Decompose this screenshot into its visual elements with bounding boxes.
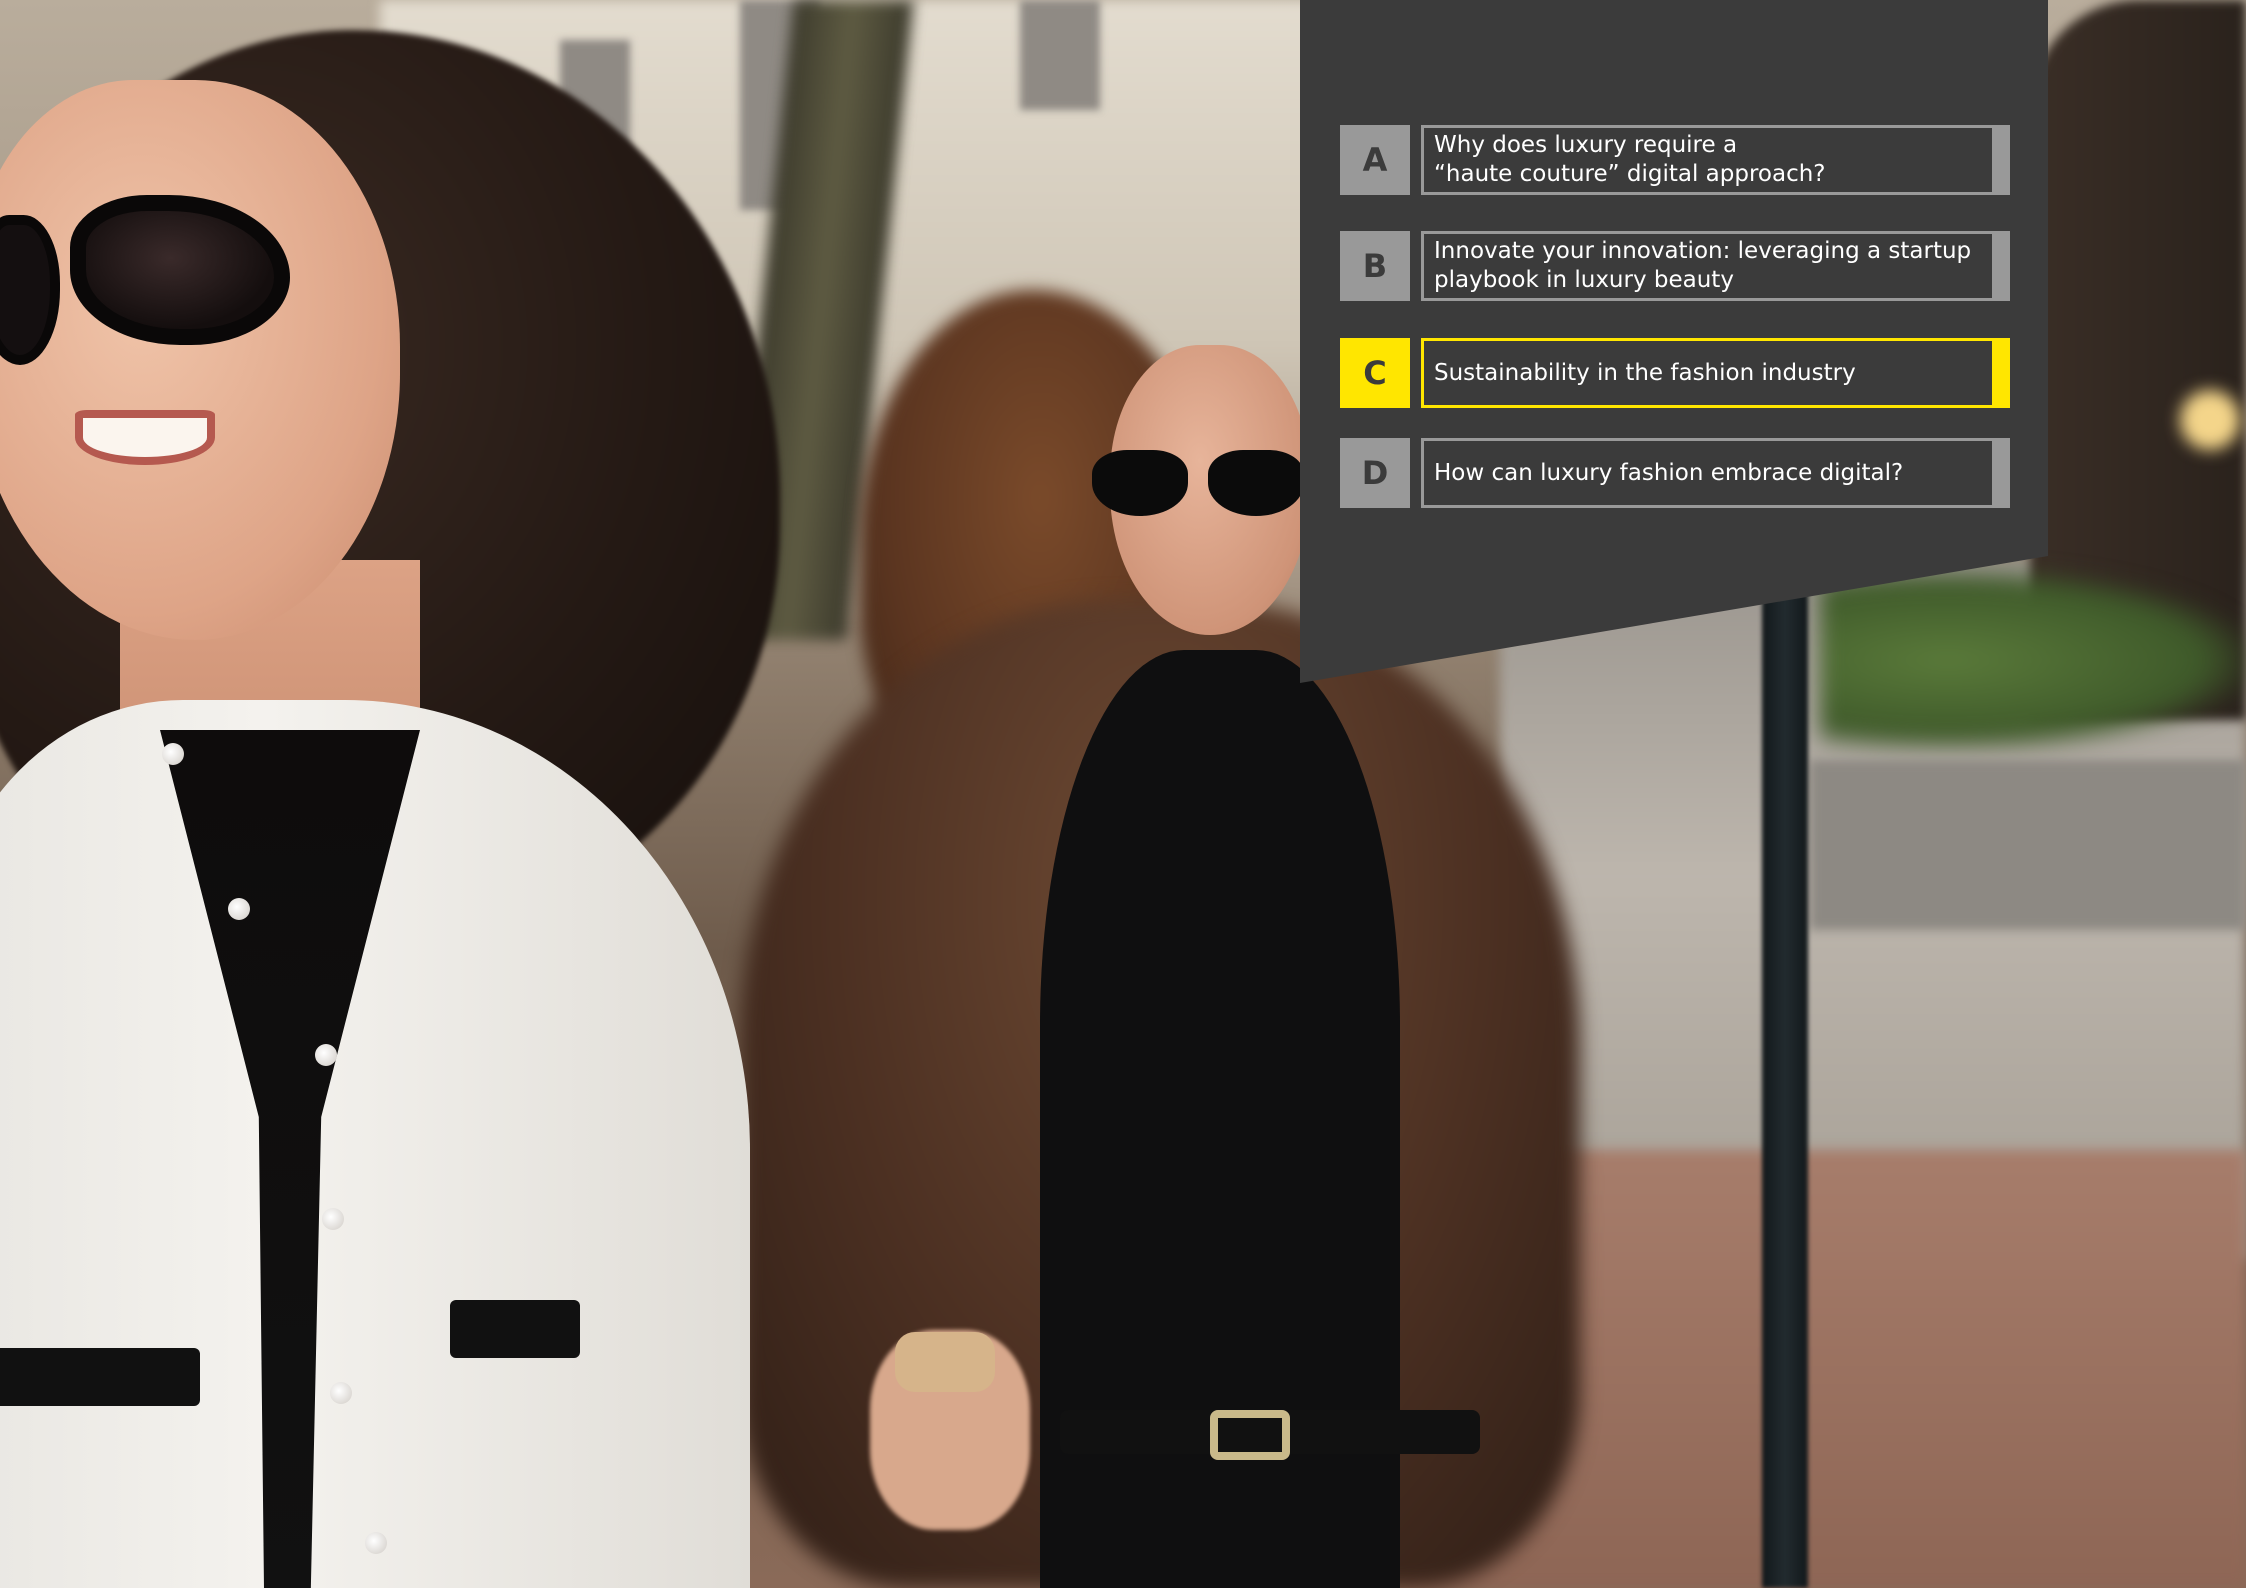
- option-edge-tab: [1992, 341, 2007, 405]
- option-link[interactable]: Why does luxury require a “haute couture…: [1421, 125, 2010, 195]
- option-label: How can luxury fashion embrace digital?: [1434, 459, 1904, 486]
- option-edge-tab: [1992, 441, 2007, 505]
- cardigan-button: [330, 1382, 352, 1404]
- cardigan-button: [228, 898, 250, 920]
- wristwatch: [895, 1332, 995, 1392]
- option-edge-tab: [1992, 234, 2007, 298]
- woman-left-smile: [75, 410, 215, 465]
- option-letter: C: [1340, 338, 1410, 408]
- cardigan-button: [162, 743, 184, 765]
- menu-option-d[interactable]: D How can luxury fashion embrace digital…: [1340, 438, 2010, 508]
- plants: [1820, 570, 2246, 750]
- option-label: Why does luxury require a “haute couture…: [1434, 132, 1826, 187]
- woman-right-sunglasses: [1092, 450, 1304, 520]
- option-label: Sustainability in the fashion industry: [1434, 359, 1856, 386]
- cardigan-pocket: [450, 1300, 580, 1358]
- option-link[interactable]: How can luxury fashion embrace digital?: [1421, 438, 2010, 508]
- cardigan-pocket: [0, 1348, 200, 1406]
- menu-option-c[interactable]: C Sustainability in the fashion industry: [1340, 338, 2010, 408]
- option-link[interactable]: Innovate your innovation: leveraging a s…: [1421, 231, 2010, 301]
- street-pole: [1762, 590, 1808, 1588]
- cardigan-button: [322, 1208, 344, 1230]
- cardigan-button: [315, 1044, 337, 1066]
- menu-option-b[interactable]: B Innovate your innovation: leveraging a…: [1340, 231, 2010, 301]
- woman-left-sunglasses: [0, 195, 300, 375]
- option-link[interactable]: Sustainability in the fashion industry: [1421, 338, 2010, 408]
- cardigan-button: [365, 1532, 387, 1554]
- option-label: Innovate your innovation: leveraging a s…: [1434, 238, 1972, 293]
- option-edge-tab: [1992, 128, 2007, 192]
- option-letter: B: [1340, 231, 1410, 301]
- belt-buckle: [1210, 1410, 1290, 1460]
- building-window: [1020, 0, 1100, 110]
- street-lamp-light: [2180, 390, 2240, 450]
- option-letter: A: [1340, 125, 1410, 195]
- menu-option-a[interactable]: A Why does luxury require a “haute coutu…: [1340, 125, 2010, 195]
- option-letter: D: [1340, 438, 1410, 508]
- building-sign: [1810, 760, 2246, 930]
